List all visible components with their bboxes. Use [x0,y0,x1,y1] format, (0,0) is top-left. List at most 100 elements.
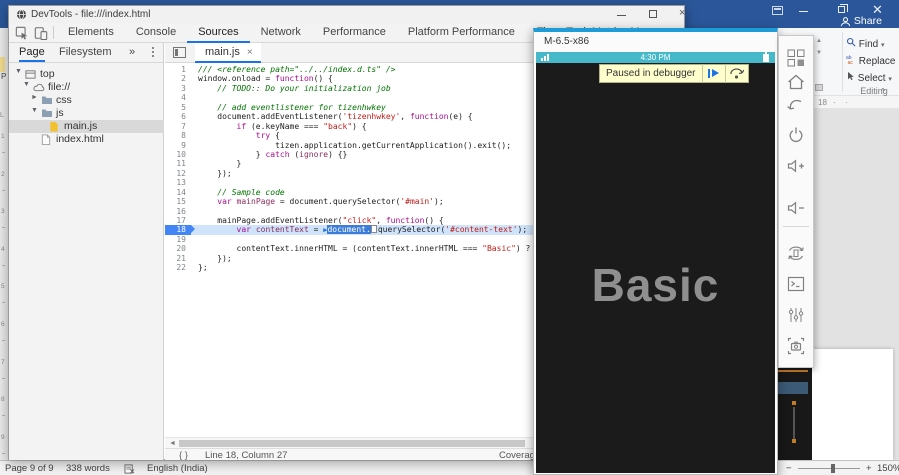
home-icon[interactable] [786,72,806,92]
tree-expand-arrow[interactable]: ▼ [15,68,22,75]
line-number[interactable]: 3 [165,84,191,93]
apps-grid-icon[interactable] [786,48,806,68]
line-number[interactable]: 1 [165,65,191,74]
tree-expand-arrow[interactable]: ► [31,94,38,101]
vertical-ruler: P L 123456789 [0,28,8,460]
line-number[interactable]: 6 [165,112,191,121]
kebab-menu-icon[interactable] [152,47,154,59]
device-toolbar-icon[interactable] [34,26,48,40]
tree-item-top[interactable]: ▼top [9,68,164,81]
line-number[interactable]: 2 [165,74,191,83]
volume-up-icon[interactable] [786,156,806,176]
word-minimize-button[interactable] [799,11,808,12]
tree-item-label: index.html [56,133,104,145]
vruler-number: 7 [1,359,5,366]
hide-navigator-icon[interactable] [173,47,186,58]
replace-button[interactable]: abac Replace [846,54,895,67]
tree-item-file-[interactable]: ▼file:// [9,81,164,94]
line-number[interactable]: 18 [165,225,191,234]
shell-icon[interactable] [786,274,806,294]
tree-item-index-html[interactable]: index.html [9,133,164,146]
line-number[interactable]: 19 [165,235,191,244]
tab-network[interactable]: Network [250,23,312,43]
line-number[interactable]: 16 [165,207,191,216]
rotate-icon[interactable] [786,243,806,263]
vruler-number: 3 [1,208,5,215]
tab-page[interactable]: Page [19,46,45,62]
zoom-out-button[interactable]: − [786,463,792,474]
collapse-ribbon-icon[interactable]: ^ [881,87,885,96]
tab-main-js[interactable]: main.js× [195,43,261,63]
document-page [808,349,893,460]
ruler-margin-block [0,57,5,72]
volume-down-icon[interactable] [786,198,806,218]
vruler-number: 1 [1,133,5,140]
line-number[interactable]: 5 [165,103,191,112]
emulator-control-panel [778,35,814,368]
tree-item-css[interactable]: ►css [9,94,164,107]
devtools-maximize-button[interactable] [649,10,657,18]
word-restore-button[interactable] [838,6,845,13]
line-number[interactable]: 10 [165,150,191,159]
spin-down-icon[interactable]: ▼ [816,50,822,56]
back-icon[interactable] [786,96,806,116]
devtools-minimize-button[interactable] [617,15,626,16]
scroll-left-arrow[interactable]: ◄ [169,440,176,447]
line-number[interactable]: 11 [165,159,191,168]
line-number[interactable]: 8 [165,131,191,140]
page-count[interactable]: Page 9 of 9 [5,463,54,474]
line-number[interactable]: 9 [165,141,191,150]
power-icon[interactable] [786,125,806,145]
line-number[interactable]: 21 [165,254,191,263]
line-number[interactable]: 22 [165,263,191,272]
line-number[interactable]: 12 [165,169,191,178]
zoom-in-button[interactable]: + [866,463,872,474]
tree-expand-arrow[interactable]: ▼ [31,107,38,114]
pretty-print-icon[interactable]: { } [179,450,188,461]
file-tree: ▼top▼file://►css▼jsmain.jsindex.html [9,68,164,146]
tree-item-main-js[interactable]: main.js [9,120,164,133]
language-status[interactable]: English (India) [147,463,208,474]
resume-script-button[interactable] [703,64,725,83]
person-icon [840,16,851,27]
line-number[interactable]: 14 [165,188,191,197]
proofing-icon[interactable] [124,464,135,474]
emulator-screen[interactable]: 4:30 PM Paused in debugger Basic [536,52,775,473]
indent-marker-icon[interactable] [815,84,823,91]
emulator-window: M-6.5-x86 4:30 PM Paused in debugger Bas… [533,28,778,475]
line-number[interactable]: 20 [165,244,191,253]
line-number[interactable]: 15 [165,197,191,206]
more-tabs-chevron[interactable]: » [129,46,135,58]
ribbon-display-options-icon[interactable] [772,6,783,15]
zoom-slider-thumb[interactable] [831,464,835,473]
word-count[interactable]: 338 words [66,463,110,474]
zoom-slider-track[interactable] [798,468,860,469]
tab-platform-performance[interactable]: Platform Performance [397,23,526,43]
inline-marker-box[interactable] [371,225,377,233]
spin-up-icon[interactable]: ▲ [816,38,822,44]
select-button[interactable]: Select ▾ [846,71,892,84]
tab-elements[interactable]: Elements [57,23,125,43]
line-number[interactable]: 7 [165,122,191,131]
vruler-number: 2 [1,171,5,178]
scrollbar-thumb[interactable] [179,440,525,447]
line-number[interactable]: 13 [165,178,191,187]
ruler-corner-mark: L [0,112,4,119]
devtools-titlebar: DevTools - file:///index.html × [9,6,684,23]
tree-expand-arrow[interactable]: ▼ [23,81,30,88]
tab-console[interactable]: Console [125,23,187,43]
tab-sources[interactable]: Sources [187,23,249,43]
screenshot-icon[interactable] [786,336,806,356]
tab-performance[interactable]: Performance [312,23,397,43]
step-over-button[interactable] [726,64,748,83]
find-button[interactable]: Find ▾ [846,37,885,50]
tab-filesystem[interactable]: Filesystem [59,46,112,58]
devtools-close-button[interactable]: × [679,7,685,19]
zoom-level[interactable]: 150% [877,463,899,474]
control-sliders-icon[interactable] [786,305,806,325]
line-number[interactable]: 4 [165,93,191,102]
tree-item-js[interactable]: ▼js [9,107,164,120]
close-tab-icon[interactable]: × [247,47,253,58]
line-number[interactable]: 17 [165,216,191,225]
inspect-element-icon[interactable] [15,26,29,40]
